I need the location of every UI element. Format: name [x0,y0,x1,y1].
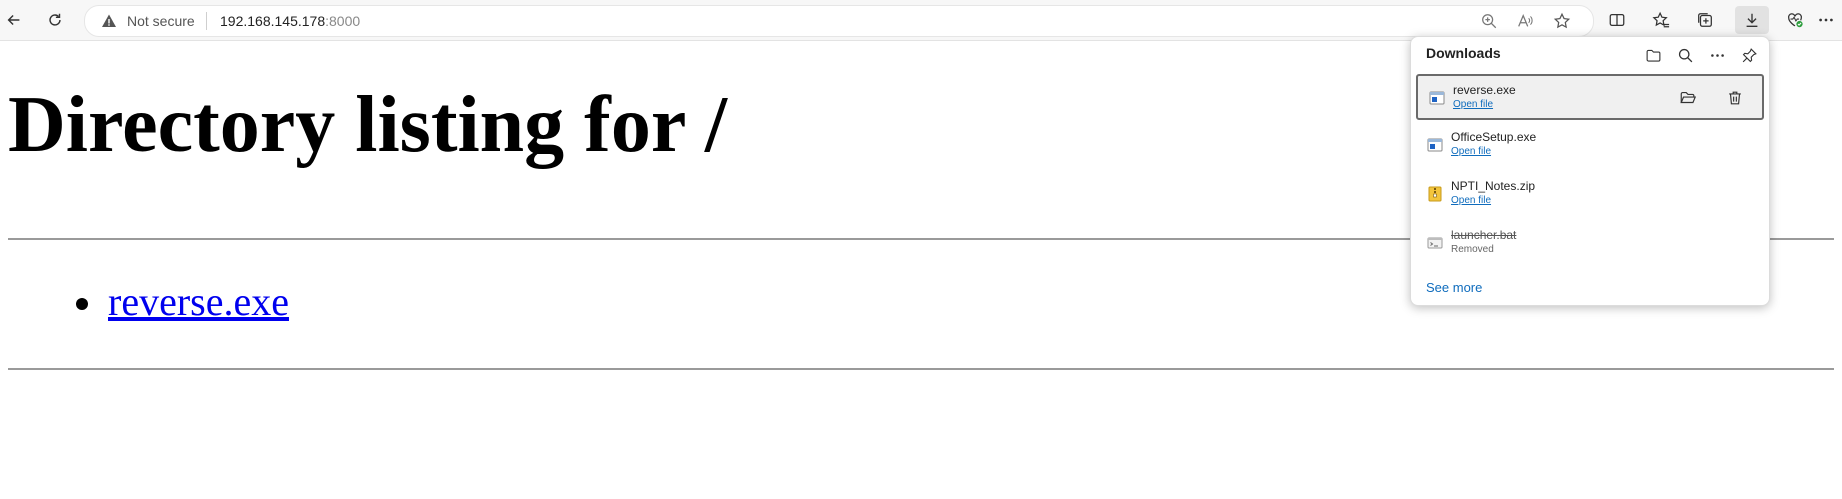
more-options-button[interactable] [1812,6,1840,34]
address-bar[interactable]: Not secure 192.168.145.178:8000 [84,5,1594,37]
download-filename: OfficeSetup.exe [1451,130,1537,144]
search-downloads-button[interactable] [1672,42,1698,68]
exe-file-icon [1429,91,1445,105]
downloads-title: Downloads [1426,45,1501,61]
back-icon [7,14,20,26]
favorites-icon [1652,11,1670,28]
list-item: reverse.exe [70,278,289,325]
download-filename: launcher.bat [1451,228,1517,242]
download-item[interactable]: OfficeSetup.exe Open file [1416,123,1764,169]
collections-button[interactable] [1691,6,1719,34]
file-link[interactable]: reverse.exe [108,279,289,324]
refresh-button[interactable] [41,6,69,34]
download-item[interactable]: NPTI_Notes.zip Open file [1416,172,1764,218]
split-screen-button[interactable] [1603,6,1631,34]
open-file-link[interactable]: Open file [1451,195,1491,206]
pin-icon [1742,47,1757,62]
open-file-link[interactable]: Open file [1453,99,1493,110]
back-button[interactable] [0,6,28,34]
favorites-button[interactable] [1647,6,1675,34]
browser-essentials-icon [1788,13,1803,28]
downloads-button[interactable] [1735,6,1769,34]
page-title: Directory listing for / [8,81,728,169]
read-aloud-icon[interactable] [1516,12,1534,30]
download-item[interactable]: reverse.exe Open file [1416,74,1764,120]
download-icon [1746,13,1758,27]
open-downloads-folder-button[interactable] [1640,42,1666,68]
browser-essentials-button[interactable] [1781,6,1809,34]
downloads-panel: Downloads reverse.exe Open file OfficeSe… [1410,36,1770,306]
bullet [76,298,88,310]
zoom-icon[interactable] [1480,12,1498,30]
file-list: reverse.exe [70,278,289,325]
warning-icon[interactable] [101,13,117,29]
browser-toolbar: Not secure 192.168.145.178:8000 [0,0,1842,41]
download-filename: NPTI_Notes.zip [1451,179,1536,193]
exe-file-icon [1427,138,1443,152]
show-in-folder-button[interactable] [1675,85,1701,111]
split-screen-icon [1609,13,1625,27]
download-item[interactable]: launcher.bat Removed [1416,221,1764,267]
trash-icon [1729,91,1741,105]
see-more-link[interactable]: See more [1426,280,1482,295]
download-filename: reverse.exe [1453,83,1516,97]
more-icon [1819,18,1833,22]
search-icon [1678,48,1692,62]
address-separator [206,12,207,30]
url-host: 192.168.145.178 [220,13,326,29]
delete-download-button[interactable] [1722,85,1748,111]
folder-open-icon [1680,92,1697,104]
security-label[interactable]: Not secure [127,13,195,29]
collections-icon [1698,13,1712,27]
bat-file-icon [1427,237,1443,249]
downloads-more-button[interactable] [1704,42,1730,68]
bottom-divider [8,368,1834,370]
more-icon [1710,53,1724,57]
url-port: :8000 [325,13,361,29]
refresh-icon [49,13,61,26]
pin-downloads-button[interactable] [1736,42,1762,68]
url-text[interactable]: 192.168.145.178:8000 [220,13,360,29]
open-file-link[interactable]: Open file [1451,146,1491,157]
folder-icon [1646,49,1660,62]
zip-file-icon [1428,186,1442,202]
download-status: Removed [1451,244,1494,255]
favorite-star-icon[interactable] [1553,12,1571,30]
